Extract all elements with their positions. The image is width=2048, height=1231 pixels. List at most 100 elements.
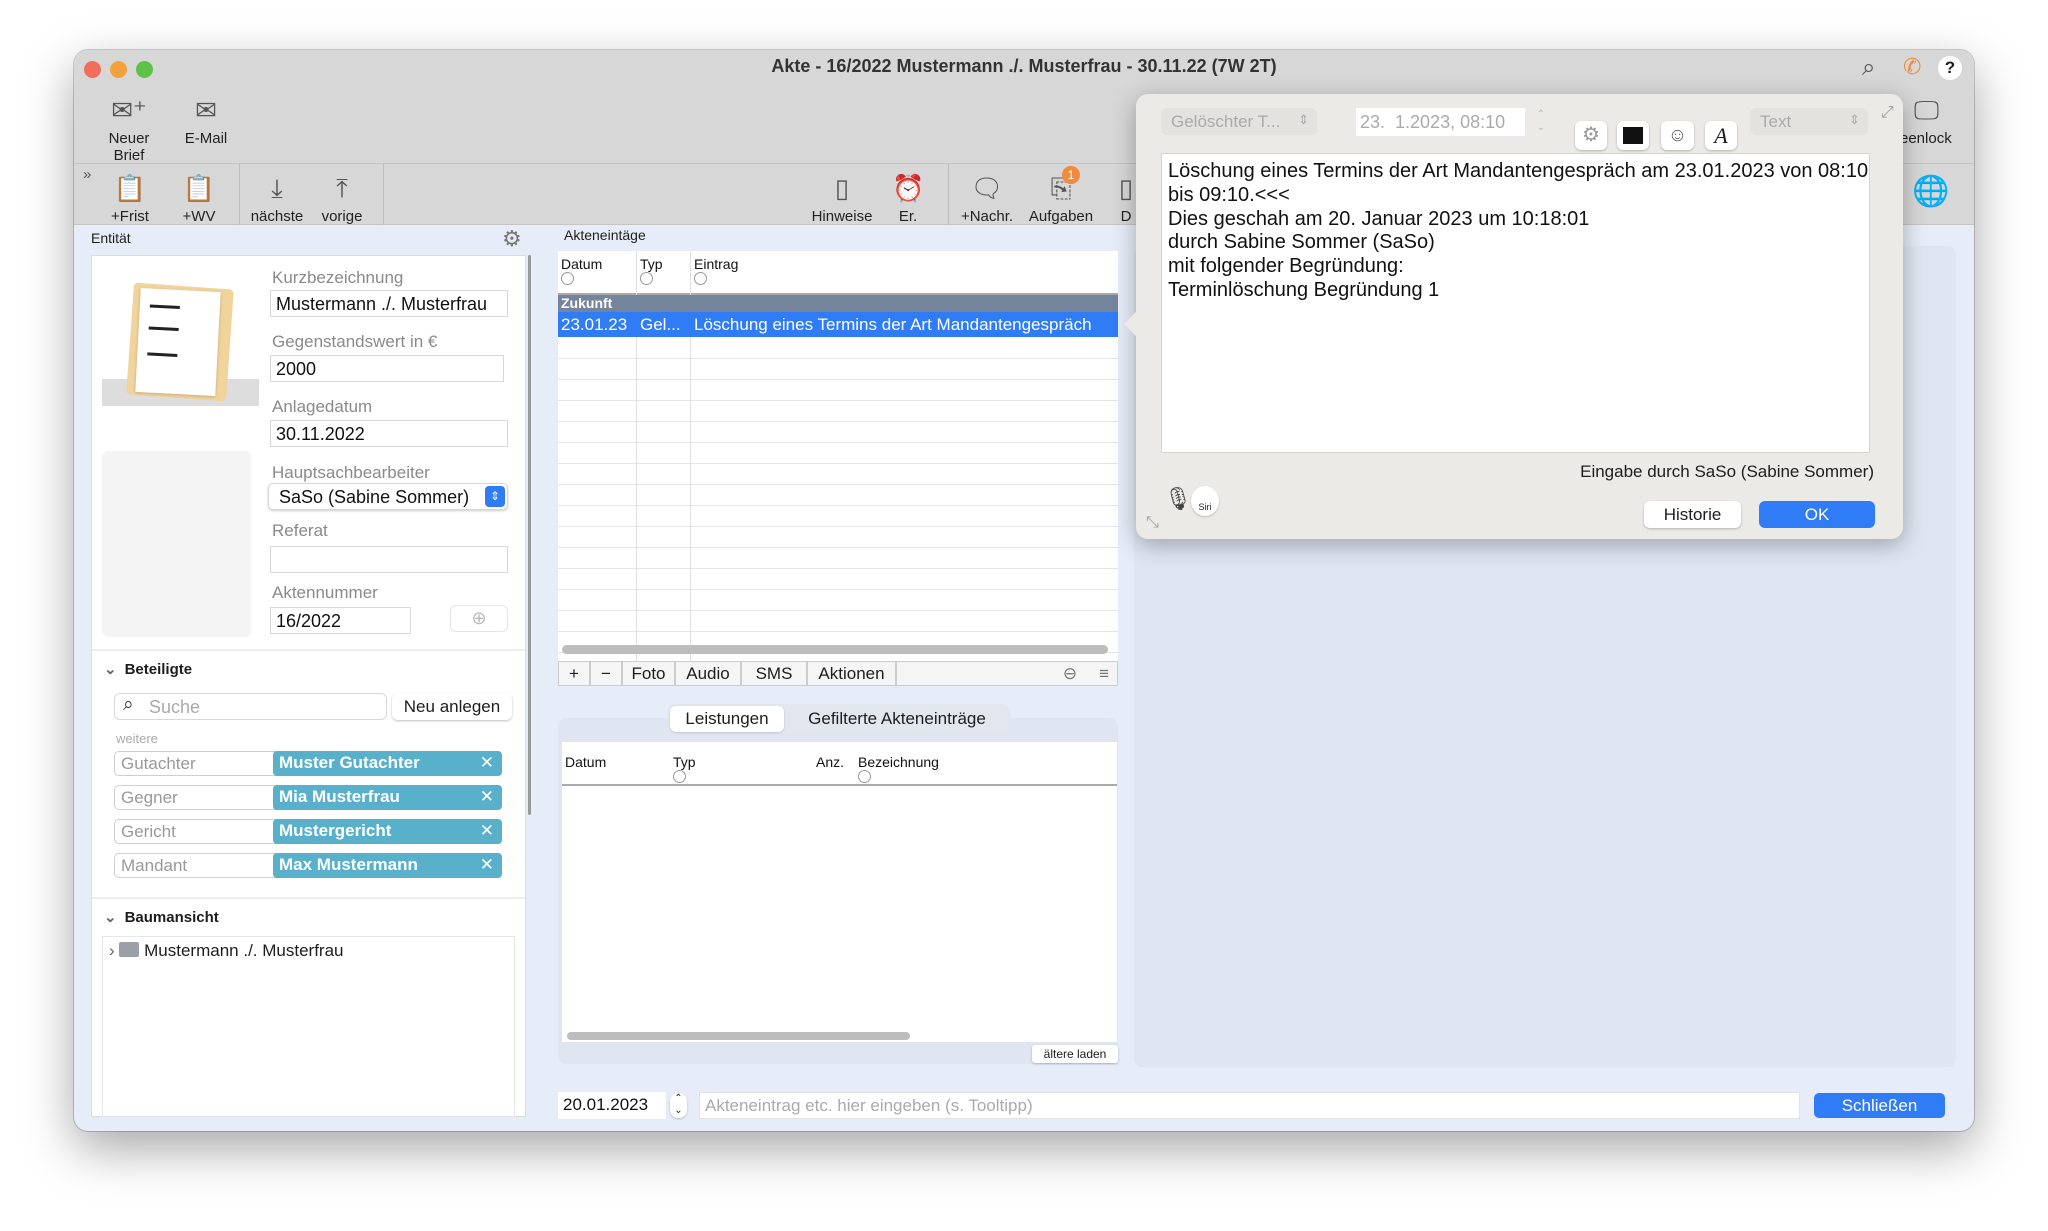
participant-chip[interactable]: Muster Gutachter ✕ — [273, 751, 502, 776]
horizontal-scrollbar[interactable] — [567, 1032, 910, 1040]
remove-icon[interactable]: ✕ — [480, 821, 494, 841]
new-participant-button[interactable]: Neu anlegen — [392, 693, 512, 720]
participant-search-input[interactable]: ⌕ Suche — [114, 693, 387, 720]
close-button[interactable]: Schließen — [1814, 1093, 1945, 1118]
filter-radio[interactable] — [561, 272, 574, 285]
more-options-icon[interactable]: ⊖ — [1063, 664, 1077, 683]
role-select[interactable]: Gutachter — [121, 754, 196, 774]
column-header-typ[interactable]: Typ — [640, 256, 663, 288]
participant-row[interactable]: Gutachter Muster Gutachter ✕ — [114, 751, 502, 776]
entry-type-select[interactable]: Gelöschter T... ⇕ — [1161, 108, 1317, 135]
role-select[interactable]: Gericht — [121, 822, 176, 842]
reminder-button[interactable]: ⏰ Er. — [892, 172, 924, 225]
table-row[interactable]: 23.01.23 Gel... Löschung eines Termins d… — [558, 312, 1118, 337]
expand-icon[interactable]: ⤢ — [1881, 104, 1894, 122]
remove-icon[interactable]: ✕ — [480, 787, 494, 807]
gegenstandswert-field[interactable]: 2000 — [270, 355, 504, 382]
new-letter-button[interactable]: ✉⁺ Neuer Brief — [94, 94, 164, 164]
date-field[interactable]: 20.01.2023 — [558, 1092, 666, 1119]
filter-radio[interactable] — [858, 770, 871, 783]
screenlock-button[interactable]: 🖵 eenlock — [1900, 94, 1974, 147]
add-message-button[interactable]: 🗨 +Nachr. — [956, 172, 1018, 225]
hauptsachbearbeiter-select[interactable]: SaSo (Sabine Sommer) ⇕ — [268, 483, 508, 510]
filter-radio[interactable] — [640, 272, 653, 285]
hints-button[interactable]: ▯ Hinweise — [808, 172, 876, 225]
kurzbezeichnung-field[interactable]: Mustermann ./. Musterfrau — [270, 290, 508, 317]
beteiligte-section-toggle[interactable]: ⌄ Beteiligte — [104, 660, 192, 678]
entry-text-area[interactable]: Löschung eines Termins der Art Mandanten… — [1161, 153, 1870, 453]
chevron-updown-icon: ⇕ — [1298, 112, 1309, 127]
ok-button[interactable]: OK — [1759, 501, 1875, 528]
column-header-datum[interactable]: Datum — [565, 754, 606, 770]
participant-chip[interactable]: Mustergericht ✕ — [273, 819, 502, 844]
font-button[interactable]: A — [1705, 121, 1737, 150]
scrollbar[interactable] — [528, 255, 531, 815]
participant-row[interactable]: Gericht Mustergericht ✕ — [114, 819, 502, 844]
column-header-bezeichnung[interactable]: Bezeichnung — [858, 754, 939, 786]
entry-input[interactable]: Akteneintrag etc. hier eingeben (s. Tool… — [699, 1092, 1800, 1119]
next-button[interactable]: ⤓ nächste — [244, 172, 310, 225]
audio-button[interactable]: Audio — [675, 661, 741, 686]
help-icon[interactable]: ? — [1938, 56, 1962, 80]
datetime-stepper[interactable]: ⌃ ⌄ — [1532, 108, 1550, 136]
gear-icon[interactable]: ⚙ — [502, 226, 522, 252]
column-header-anz[interactable]: Anz. — [816, 754, 844, 770]
column-header-datum[interactable]: Datum — [561, 256, 602, 288]
emoji-button[interactable]: ☺ — [1661, 121, 1694, 150]
collapse-icon[interactable]: ⤡ — [1146, 514, 1159, 532]
generate-number-button[interactable]: ⊕ — [450, 605, 508, 632]
load-older-button[interactable]: ältere laden — [1032, 1045, 1118, 1063]
globe-check-icon[interactable]: 🌐 — [1912, 174, 1949, 209]
role-select[interactable]: Mandant — [121, 856, 187, 876]
tasks-button[interactable]: ⎘ Aufgaben 1 — [1024, 166, 1098, 225]
add-deadline-button[interactable]: 📋 +Frist — [106, 172, 154, 225]
participant-row[interactable]: Gegner Mia Musterfrau ✕ — [114, 785, 502, 810]
tab-filtered-entries[interactable]: Gefilterte Akteneinträge — [786, 706, 1008, 732]
referat-field[interactable] — [270, 546, 508, 573]
plus-circle-icon: ⊕ — [471, 608, 487, 628]
label: +Nachr. — [960, 208, 1014, 225]
history-button[interactable]: Historie — [1644, 501, 1741, 528]
phone-icon[interactable]: ✆ — [1903, 54, 1921, 80]
participant-chip[interactable]: Mia Musterfrau ✕ — [273, 785, 502, 810]
role-select[interactable]: Gegner — [121, 788, 178, 808]
document-button[interactable]: ▯ D — [1114, 172, 1138, 225]
add-entry-button[interactable]: + — [558, 661, 590, 686]
settings-button[interactable]: ⚙ — [1575, 121, 1607, 150]
microphone-icon[interactable]: 🎙 — [1164, 486, 1192, 512]
remove-entry-button[interactable]: − — [590, 661, 622, 686]
email-button[interactable]: ✉ E-Mail — [174, 94, 238, 147]
aktennummer-field[interactable]: 16/2022 — [270, 607, 411, 634]
text-line: bis 09:10.<<< — [1168, 183, 1290, 206]
search-icon[interactable]: ⌕ — [1862, 54, 1875, 82]
previous-button[interactable]: ⤒ vorige — [314, 172, 370, 225]
color-button[interactable] — [1617, 121, 1649, 150]
anlagedatum-field[interactable]: 30.11.2022 — [270, 420, 508, 447]
column-header-typ[interactable]: Typ — [673, 754, 696, 786]
participant-row[interactable]: Mandant Max Mustermann ✕ — [114, 853, 502, 878]
photo-button[interactable]: Foto — [622, 661, 675, 686]
remove-icon[interactable]: ✕ — [480, 855, 494, 875]
siri-button[interactable]: Siri — [1191, 486, 1219, 516]
chevron-right-icon[interactable]: › — [109, 941, 115, 960]
kurzbezeichnung-label: Kurzbezeichnung — [272, 268, 404, 287]
list-icon[interactable]: ≡ — [1099, 664, 1109, 683]
filter-radio[interactable] — [694, 272, 707, 285]
actions-button[interactable]: Aktionen — [807, 661, 896, 686]
date-stepper[interactable]: ⌃ ⌄ — [670, 1093, 687, 1118]
remove-icon[interactable]: ✕ — [480, 753, 494, 773]
participant-chip[interactable]: Max Mustermann ✕ — [273, 853, 502, 878]
add-resubmission-button[interactable]: 📋 +WV — [174, 172, 224, 225]
column-header-eintrag[interactable]: Eintrag — [694, 256, 738, 288]
horizontal-scrollbar[interactable] — [562, 645, 1108, 654]
tree-section-toggle[interactable]: ⌄ Baumansicht — [104, 908, 219, 926]
chevron-double-down-icon[interactable]: » — [83, 166, 91, 183]
datetime-field[interactable]: 23. 1.2023, 08:10 — [1356, 108, 1525, 136]
tab-leistungen[interactable]: Leistungen — [670, 706, 784, 732]
filter-radio[interactable] — [673, 770, 686, 783]
sms-button[interactable]: SMS — [741, 661, 807, 686]
photo-placeholder[interactable] — [102, 451, 251, 637]
format-select[interactable]: Text ⇕ — [1750, 108, 1868, 135]
tree-item[interactable]: › Mustermann ./. Musterfrau — [109, 941, 343, 961]
text-line: Löschung eines Termins der Art Mandanten… — [1168, 160, 1869, 182]
